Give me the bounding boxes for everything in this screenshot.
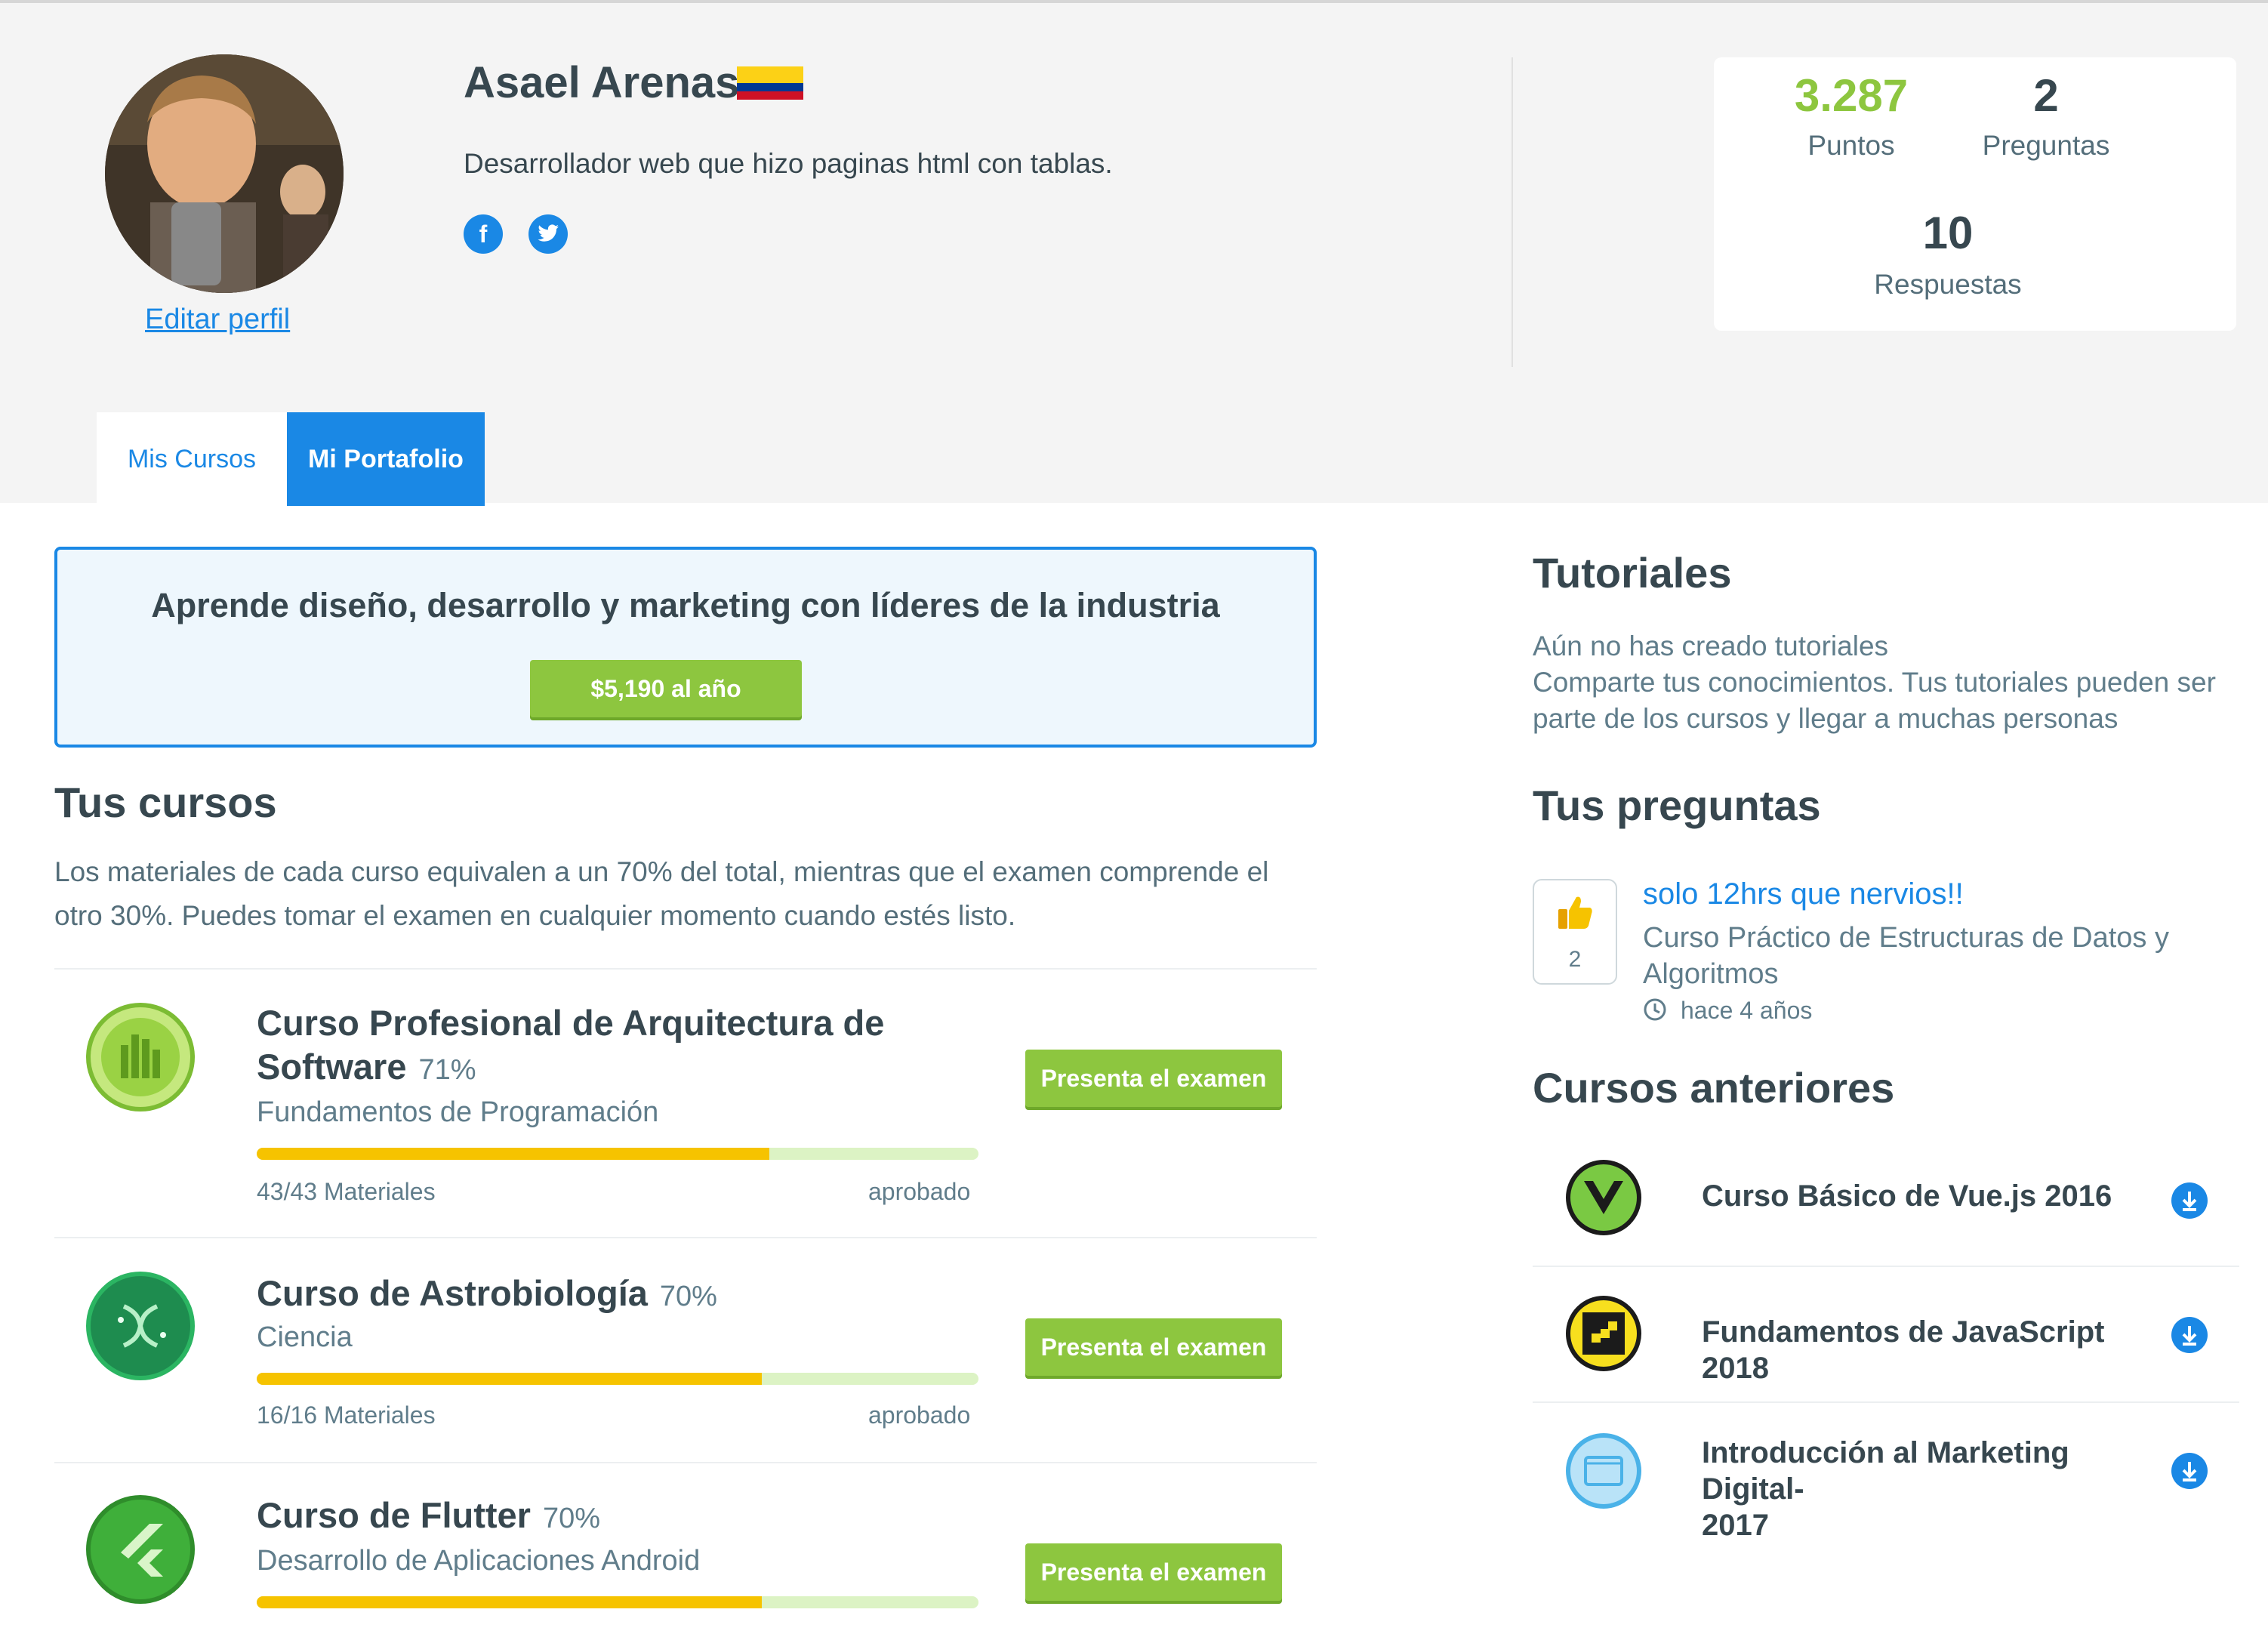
- course-category: Desarrollo de Aplicaciones Android: [257, 1545, 701, 1577]
- questions-label: Preguntas: [1982, 130, 2110, 161]
- question-title-link[interactable]: solo 12hrs que nervios!!: [1643, 877, 1964, 911]
- tab-mi-portafolio[interactable]: Mi Portafolio: [287, 412, 485, 506]
- progress-fill: [257, 1148, 769, 1160]
- tutorials-empty-line3: parte de los cursos y llegar a muchas pe…: [1533, 703, 2119, 734]
- courses-description-line1: Los materiales de cada curso equivalen a…: [54, 856, 1269, 887]
- courses-description-line2: otro 30%. Puedes tomar el examen en cual…: [54, 900, 1016, 931]
- course-category: Fundamentos de Programación: [257, 1096, 659, 1128]
- architecture-course-icon: [86, 1003, 195, 1111]
- question-votes: 2: [1568, 947, 1582, 972]
- tutorials-title: Tutoriales: [1533, 549, 1732, 597]
- twitter-icon[interactable]: [528, 214, 568, 254]
- previous-course-title-line2[interactable]: 2017: [1702, 1509, 1769, 1542]
- course-status: aprobado: [868, 1178, 971, 1205]
- tutorials-empty-line1: Aún no has creado tutoriales: [1533, 631, 1889, 661]
- avatar[interactable]: [105, 54, 344, 293]
- clock-icon: [1643, 997, 1667, 1028]
- profile-bio: Desarrollador web que hizo paginas html …: [464, 148, 1113, 179]
- progress-fill: [257, 1596, 763, 1608]
- progress-fill: [257, 1373, 763, 1385]
- question-course-line1: Curso Práctico de Estructuras de Datos y: [1643, 922, 2169, 954]
- progress-bar: [257, 1148, 978, 1160]
- course-title-line1[interactable]: Curso Profesional de Arquitectura de: [257, 1003, 884, 1043]
- divider: [54, 1462, 1317, 1463]
- flutter-course-icon: [86, 1495, 195, 1604]
- facebook-icon[interactable]: f: [464, 214, 503, 254]
- progress-bar: [257, 1596, 978, 1608]
- materials-label: Materiales: [323, 1401, 436, 1429]
- materials-count: 43/43 Materiales: [257, 1178, 436, 1206]
- astrobiology-course-icon: [86, 1272, 195, 1380]
- materials-count-value: 16/16: [257, 1401, 318, 1429]
- course-status: aprobado: [868, 1401, 971, 1429]
- questions-title: Tus preguntas: [1533, 782, 1821, 829]
- vue-course-icon: [1566, 1160, 1641, 1235]
- course-title[interactable]: Curso de Flutter 70%: [257, 1494, 600, 1540]
- download-icon[interactable]: [2171, 1453, 2208, 1489]
- download-icon[interactable]: [2171, 1317, 2208, 1353]
- question-time-text: hace 4 años: [1681, 997, 1813, 1024]
- marketing-course-icon: [1566, 1433, 1641, 1509]
- divider: [54, 1237, 1317, 1238]
- answers-label: Respuestas: [1874, 269, 2022, 300]
- question-course-line2: Algoritmos: [1643, 958, 1779, 990]
- javascript-course-icon: [1566, 1296, 1641, 1371]
- tab-mis-cursos[interactable]: Mis Cursos: [97, 412, 287, 506]
- questions-value: 2: [2033, 70, 2059, 121]
- course-percent: 71%: [418, 1054, 476, 1086]
- course-title-line1[interactable]: Curso de Astrobiología: [257, 1273, 648, 1313]
- course-title-line2[interactable]: Software: [257, 1047, 407, 1087]
- course-title[interactable]: Curso Profesional de Arquitectura de Sof…: [257, 1001, 884, 1092]
- take-exam-button[interactable]: Presenta el examen: [1025, 1543, 1282, 1601]
- answers-value: 10: [1922, 208, 1974, 258]
- tutorials-empty-line2: Comparte tus conocimientos. Tus tutorial…: [1533, 667, 2216, 698]
- take-exam-button[interactable]: Presenta el examen: [1025, 1318, 1282, 1376]
- question-course: Curso Práctico de Estructuras de Datos y…: [1643, 920, 2217, 992]
- previous-courses-title: Cursos anteriores: [1533, 1064, 1895, 1111]
- course-percent: 70%: [659, 1281, 717, 1312]
- question-vote-box[interactable]: 2: [1533, 879, 1617, 985]
- previous-course-title[interactable]: Introducción al Marketing Digital- 2017: [1702, 1435, 2155, 1543]
- question-time: hace 4 años: [1643, 997, 1812, 1028]
- header-divider: [1511, 57, 1513, 367]
- download-icon[interactable]: [2171, 1182, 2208, 1219]
- divider: [1533, 1401, 2239, 1403]
- profile-name: Asael Arenas: [464, 58, 740, 107]
- course-title-line1[interactable]: Curso de Flutter: [257, 1495, 531, 1535]
- progress-bar: [257, 1373, 978, 1385]
- previous-course-title[interactable]: Fundamentos de JavaScript 2018: [1702, 1314, 2155, 1386]
- promo-title: Aprende diseño, desarrollo y marketing c…: [151, 586, 1220, 624]
- courses-section-title: Tus cursos: [54, 779, 277, 826]
- points-label: Puntos: [1807, 130, 1895, 161]
- previous-course-title[interactable]: Curso Básico de Vue.js 2016: [1702, 1178, 2155, 1214]
- materials-count: 16/16 Materiales: [257, 1401, 436, 1429]
- stats-card: 3.287 Puntos 2 Preguntas 10 Respuestas: [1714, 57, 2236, 331]
- profile-header: Editar perfil Asael Arenas Desarrollador…: [0, 3, 2268, 506]
- course-title[interactable]: Curso de Astrobiología 70%: [257, 1272, 717, 1318]
- course-category: Ciencia: [257, 1321, 353, 1353]
- materials-label: Materiales: [323, 1178, 436, 1205]
- divider: [54, 968, 1317, 970]
- divider: [1533, 1266, 2239, 1267]
- materials-count-value: 43/43: [257, 1178, 318, 1205]
- previous-course-title-line1[interactable]: Introducción al Marketing Digital-: [1702, 1436, 2069, 1506]
- thumbs-up-icon: [1555, 893, 1595, 932]
- edit-profile-link[interactable]: Editar perfil: [145, 304, 290, 336]
- points-value: 3.287: [1794, 70, 1909, 121]
- subscribe-button[interactable]: $5,190 al año: [530, 660, 802, 717]
- colombia-flag-icon: [737, 66, 803, 100]
- take-exam-button[interactable]: Presenta el examen: [1025, 1050, 1282, 1107]
- promo-banner: Aprende diseño, desarrollo y marketing c…: [54, 547, 1317, 748]
- course-percent: 70%: [542, 1503, 601, 1534]
